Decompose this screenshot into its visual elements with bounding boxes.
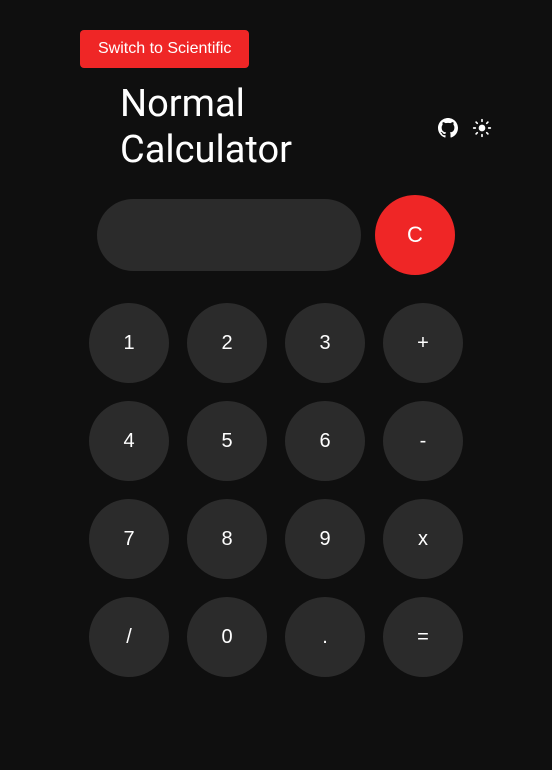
key-multiply[interactable]: x xyxy=(383,499,463,579)
key-8[interactable]: 8 xyxy=(187,499,267,579)
keypad: 1 2 3 + 4 5 6 - 7 8 9 x / 0 . = xyxy=(30,303,522,677)
key-7[interactable]: 7 xyxy=(89,499,169,579)
key-5[interactable]: 5 xyxy=(187,401,267,481)
key-0[interactable]: 0 xyxy=(187,597,267,677)
key-plus[interactable]: + xyxy=(383,303,463,383)
clear-button[interactable]: C xyxy=(375,195,455,275)
key-decimal[interactable]: . xyxy=(285,597,365,677)
sun-icon[interactable] xyxy=(472,118,492,138)
key-9[interactable]: 9 xyxy=(285,499,365,579)
key-4[interactable]: 4 xyxy=(89,401,169,481)
key-3[interactable]: 3 xyxy=(285,303,365,383)
key-2[interactable]: 2 xyxy=(187,303,267,383)
key-1[interactable]: 1 xyxy=(89,303,169,383)
github-icon[interactable] xyxy=(438,118,458,138)
key-equals[interactable]: = xyxy=(383,597,463,677)
key-6[interactable]: 6 xyxy=(285,401,365,481)
calculator-display xyxy=(97,199,361,271)
switch-mode-button[interactable]: Switch to Scientific xyxy=(80,30,249,68)
key-divide[interactable]: / xyxy=(89,597,169,677)
key-minus[interactable]: - xyxy=(383,401,463,481)
page-title: Normal Calculator xyxy=(120,82,292,173)
